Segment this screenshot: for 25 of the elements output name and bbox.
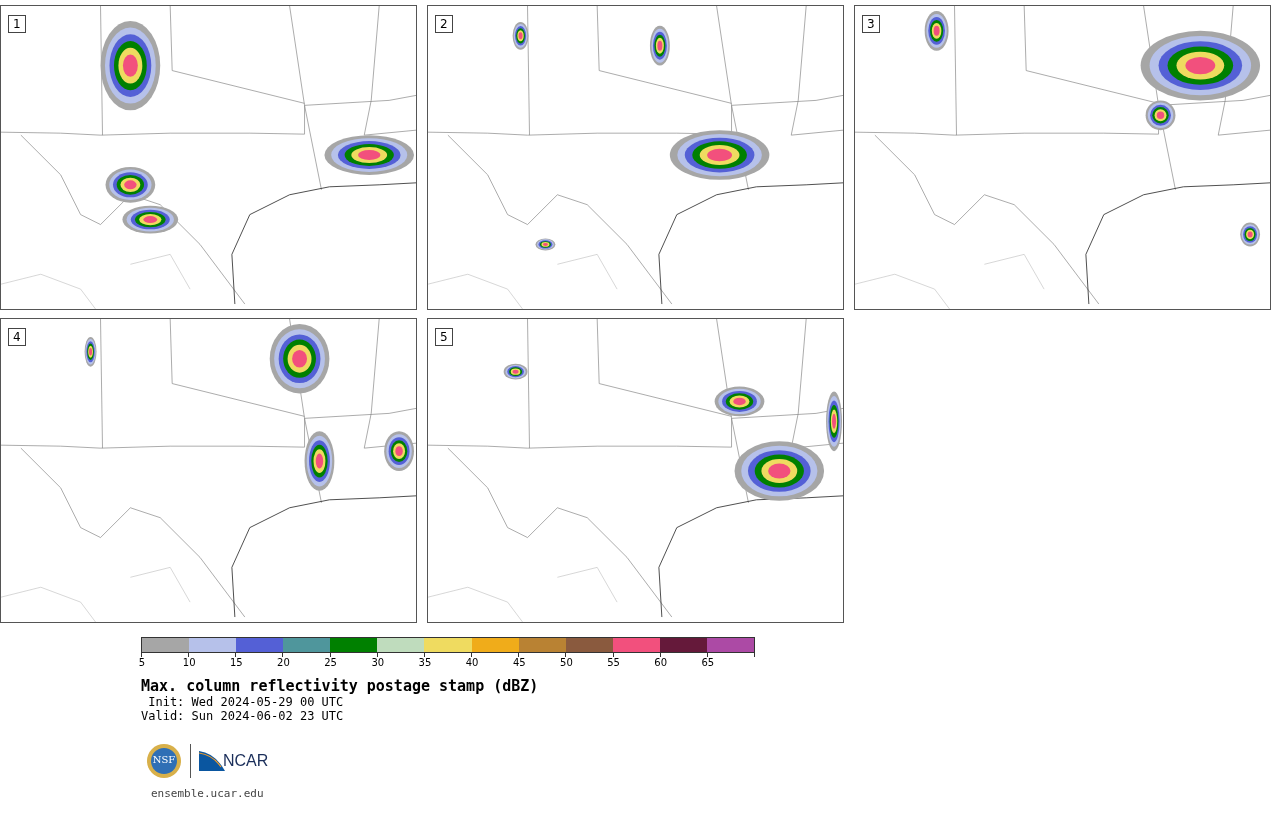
tick-label: 10 — [181, 657, 197, 668]
tick-label: 55 — [606, 657, 621, 668]
valid-time: Valid: Sun 2024-06-02 23 UTC — [141, 709, 345, 723]
tick-label: 25 — [323, 657, 338, 668]
tick-label: 15 — [228, 657, 244, 668]
chart-title: Max. column reflectivity postage stamp (dBZ) — [141, 677, 540, 695]
init-time: Init: Wed 2024-05-29 00 UTC — [147, 695, 345, 709]
tick-label: 45 — [511, 657, 527, 668]
tick-label: 40 — [464, 657, 480, 668]
panel-number: 2 — [435, 15, 453, 33]
tick-label: 20 — [276, 657, 291, 668]
panel-number: 1 — [8, 15, 26, 33]
tick-label: 5 — [137, 657, 147, 668]
panel-number: 4 — [8, 328, 26, 346]
tick-label: 60 — [653, 657, 669, 668]
tick-label: 35 — [417, 657, 433, 668]
tick-label: 50 — [559, 657, 574, 668]
arc-logo-icon — [199, 751, 225, 771]
panel-number: 3 — [862, 15, 880, 33]
panel-number: 5 — [435, 328, 453, 346]
tick-label: 30 — [370, 657, 386, 668]
site-url: ensemble.ucar.edu — [151, 787, 265, 800]
tick-label: 65 — [700, 657, 716, 668]
nsf-logo: NSF — [146, 743, 182, 779]
ncar-logo-text: NCAR — [223, 752, 269, 770]
